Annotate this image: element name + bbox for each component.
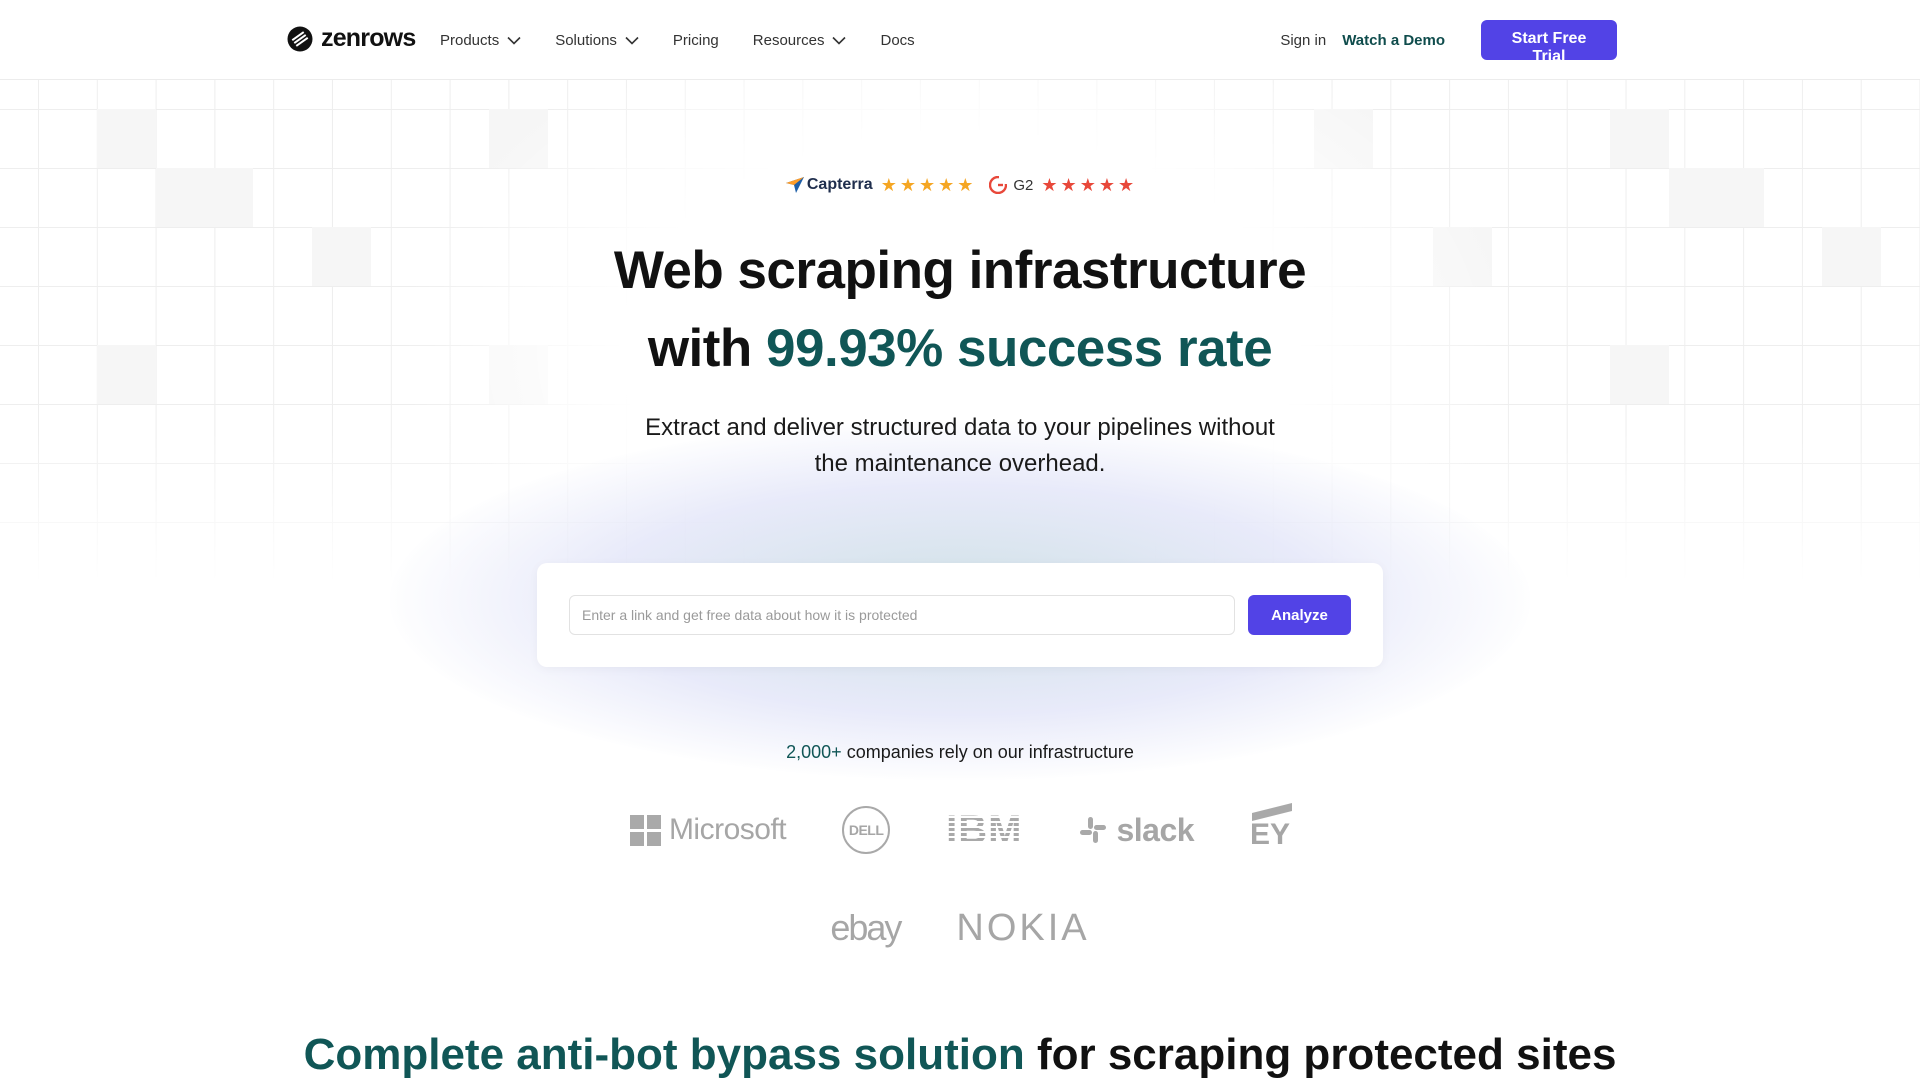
star-icon: ★ — [918, 175, 936, 195]
capterra-rating[interactable]: Capterra ★ ★ ★ ★ ★ — [785, 176, 974, 194]
analyze-card: Analyze — [537, 563, 1383, 667]
ey-logo-mark: EY — [1250, 803, 1293, 852]
nav-products-label: Products — [440, 31, 500, 49]
slack-hash-icon — [1080, 817, 1107, 843]
brand-name: zenrows — [321, 24, 416, 52]
star-icon: ★ — [1079, 175, 1096, 195]
nav-resources[interactable]: Resources — [753, 32, 847, 49]
ey-logo: EY — [1250, 803, 1293, 852]
nokia-logo: NOKIA — [956, 907, 1089, 950]
star-icon: ★ — [1060, 175, 1077, 195]
star-icon: ★ — [1098, 175, 1115, 195]
capterra-logo: Capterra — [785, 176, 873, 194]
chevron-down-icon — [832, 36, 847, 45]
star-icon: ★ — [880, 175, 897, 195]
chevron-down-icon — [625, 36, 639, 45]
dell-logo-text: DELL — [842, 806, 891, 854]
hero-title-accent: 99.93% success rate — [766, 319, 1273, 378]
capterra-arrow-icon — [785, 177, 804, 193]
nav-pricing-label: Pricing — [672, 31, 719, 49]
g2-name: G2 — [1013, 176, 1034, 194]
g2-rating[interactable]: G2 ★ ★ ★ ★ ★ — [989, 176, 1134, 194]
sign-in-link[interactable]: Sign in — [1280, 32, 1326, 49]
star-icon: ★ — [938, 175, 955, 195]
g2-icon — [989, 176, 1008, 194]
nav-docs[interactable]: Docs — [880, 32, 914, 49]
g2-logo: G2 — [989, 176, 1033, 194]
slack-logo: slack — [1078, 811, 1195, 849]
watch-demo-link[interactable]: Watch a Demo — [1342, 32, 1445, 49]
trust-text: companies rely on our infrastructure — [841, 742, 1134, 762]
dell-logo: DELL — [842, 806, 891, 854]
hero-subtitle: Extract and deliver structured data to y… — [0, 410, 1920, 482]
customer-logos-row-2: ebay NOKIA — [0, 900, 1920, 956]
hero-subtitle-line1: Extract and deliver structured data to y… — [645, 414, 1275, 441]
customer-logos-row-1: Microsoft DELL IBM slack EY — [0, 800, 1920, 860]
star-icon: ★ — [899, 175, 916, 195]
nav-actions: Sign in Watch a Demo Start Free Trial — [1280, 20, 1617, 65]
ebay-logo-text: ebay — [830, 907, 902, 948]
ebay-logo: ebay — [830, 907, 902, 949]
hero-title-line2-prefix: with — [647, 319, 767, 378]
section-heading-rest: for scraping protected sites — [1024, 1030, 1617, 1079]
zenrows-logo[interactable]: zenrows — [287, 24, 416, 53]
zenrows-logo-icon — [287, 26, 313, 51]
star-icon: ★ — [957, 175, 974, 195]
url-input[interactable] — [569, 595, 1235, 635]
g2-stars: ★ ★ ★ ★ ★ — [1041, 176, 1134, 194]
nokia-logo-text: NOKIA — [956, 906, 1090, 949]
nav-solutions-label: Solutions — [555, 31, 617, 49]
star-icon: ★ — [1041, 175, 1058, 195]
star-icon: ★ — [1117, 175, 1135, 195]
chevron-down-icon — [507, 36, 521, 45]
slack-logo-text: slack — [1116, 811, 1195, 848]
ibm-logo: IBM — [946, 808, 1022, 853]
capterra-stars: ★ ★ ★ ★ ★ — [881, 176, 974, 194]
section-heading: Complete anti-bot bypass solution for sc… — [0, 1030, 1920, 1080]
nav-pricing[interactable]: Pricing — [673, 32, 719, 49]
hero-title: Web scraping infrastructure with 99.93% … — [0, 232, 1920, 388]
section-heading-accent: Complete anti-bot bypass solution — [303, 1030, 1025, 1079]
ey-logo-text: EY — [1250, 818, 1291, 851]
ibm-logo-text: IBM — [946, 807, 1023, 852]
microsoft-windows-icon — [629, 814, 661, 846]
capterra-name: Capterra — [806, 176, 873, 193]
top-nav: zenrows Products Solutions Pricing Resou… — [0, 0, 1920, 80]
trust-statement: 2,000+ companies rely on our infrastruct… — [0, 742, 1920, 763]
nav-docs-label: Docs — [880, 31, 915, 49]
main-menu: Products Solutions Pricing Resources Doc… — [440, 0, 949, 80]
company-count: 2,000+ — [786, 742, 842, 762]
microsoft-logo: Microsoft — [629, 813, 787, 847]
review-ratings: Capterra ★ ★ ★ ★ ★ G2 ★ ★ ★ ★ ★ — [0, 176, 1920, 194]
hero-title-line1: Web scraping infrastructure — [613, 241, 1307, 300]
nav-products[interactable]: Products — [440, 32, 521, 49]
start-free-trial-button[interactable]: Start Free Trial — [1481, 20, 1617, 65]
hero-subtitle-line2: the maintenance overhead. — [814, 450, 1106, 477]
nav-resources-label: Resources — [752, 31, 825, 49]
microsoft-logo-text: Microsoft — [668, 813, 787, 846]
nav-solutions[interactable]: Solutions — [555, 32, 639, 49]
analyze-button[interactable]: Analyze — [1248, 595, 1351, 635]
